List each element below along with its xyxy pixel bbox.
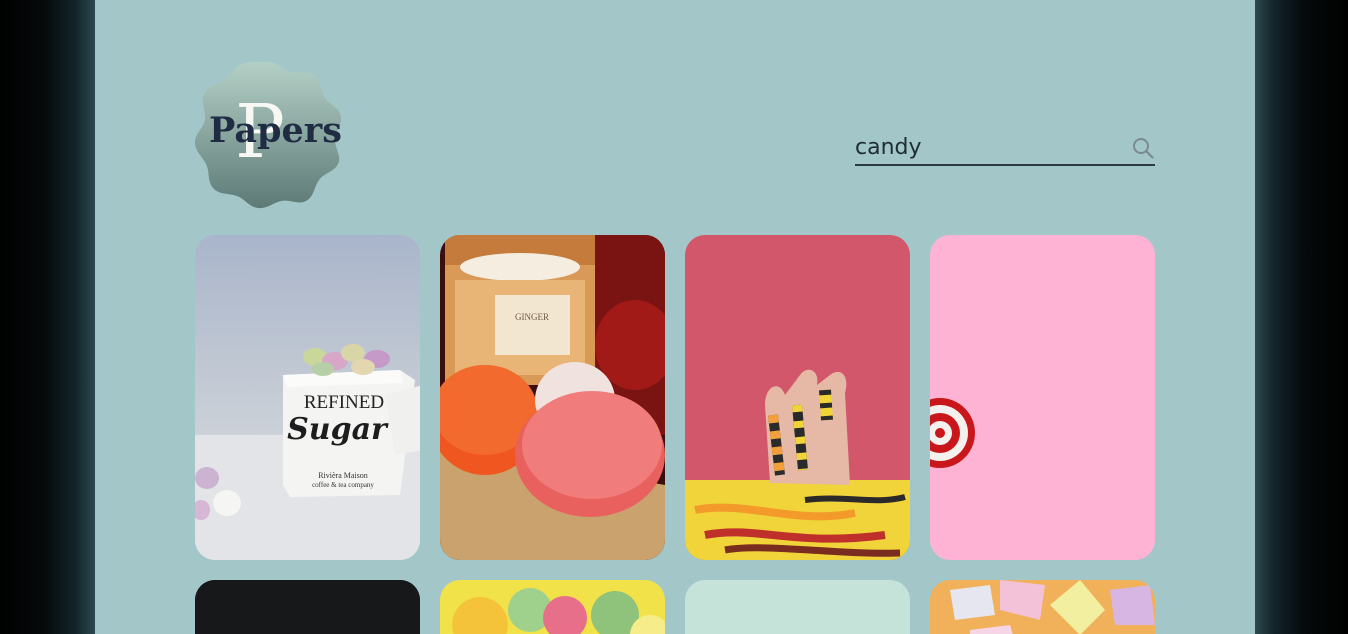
candy-photo-macarons-candle: GINGER: [440, 235, 665, 560]
result-card[interactable]: [930, 580, 1155, 634]
candy-photo-mint: [685, 580, 910, 634]
candy-photo-gummy-worms-hand: [685, 235, 910, 560]
result-card[interactable]: GINGER: [440, 235, 665, 560]
logo-text: Papers: [209, 110, 342, 151]
result-card[interactable]: [440, 580, 665, 634]
left-backdrop: [0, 0, 95, 634]
result-card[interactable]: [195, 580, 420, 634]
candy-photo-sugar-jar: REFINED Sugar Rivièra Maison coffee & te…: [195, 235, 420, 560]
sugar-jar-text-sugar: Sugar: [287, 412, 389, 447]
search-icon[interactable]: [1131, 136, 1155, 160]
candy-photo-dark: [195, 580, 420, 634]
right-backdrop: [1255, 0, 1348, 634]
app-page: P Papers candy REFINED Sugar Rivièra Mai…: [95, 0, 1255, 634]
result-card[interactable]: REFINED Sugar Rivièra Maison coffee & te…: [195, 235, 420, 560]
candle-label-text: GINGER: [515, 312, 549, 322]
sugar-jar-text-refined: REFINED: [304, 392, 384, 413]
result-card[interactable]: [930, 235, 1155, 560]
sugar-jar-text-company: coffee & tea company: [312, 481, 374, 489]
search-input[interactable]: [855, 130, 1115, 164]
search-bar: [855, 130, 1155, 166]
result-card[interactable]: [685, 580, 910, 634]
result-card[interactable]: [685, 235, 910, 560]
sugar-jar-text-brand: Rivièra Maison: [318, 471, 368, 480]
candy-photo-lollipop-pink: [930, 235, 1155, 560]
papers-logo[interactable]: P Papers: [195, 62, 342, 209]
candy-photo-candy-hearts: [930, 580, 1155, 634]
candy-photo-sugar-candies: [440, 580, 665, 634]
